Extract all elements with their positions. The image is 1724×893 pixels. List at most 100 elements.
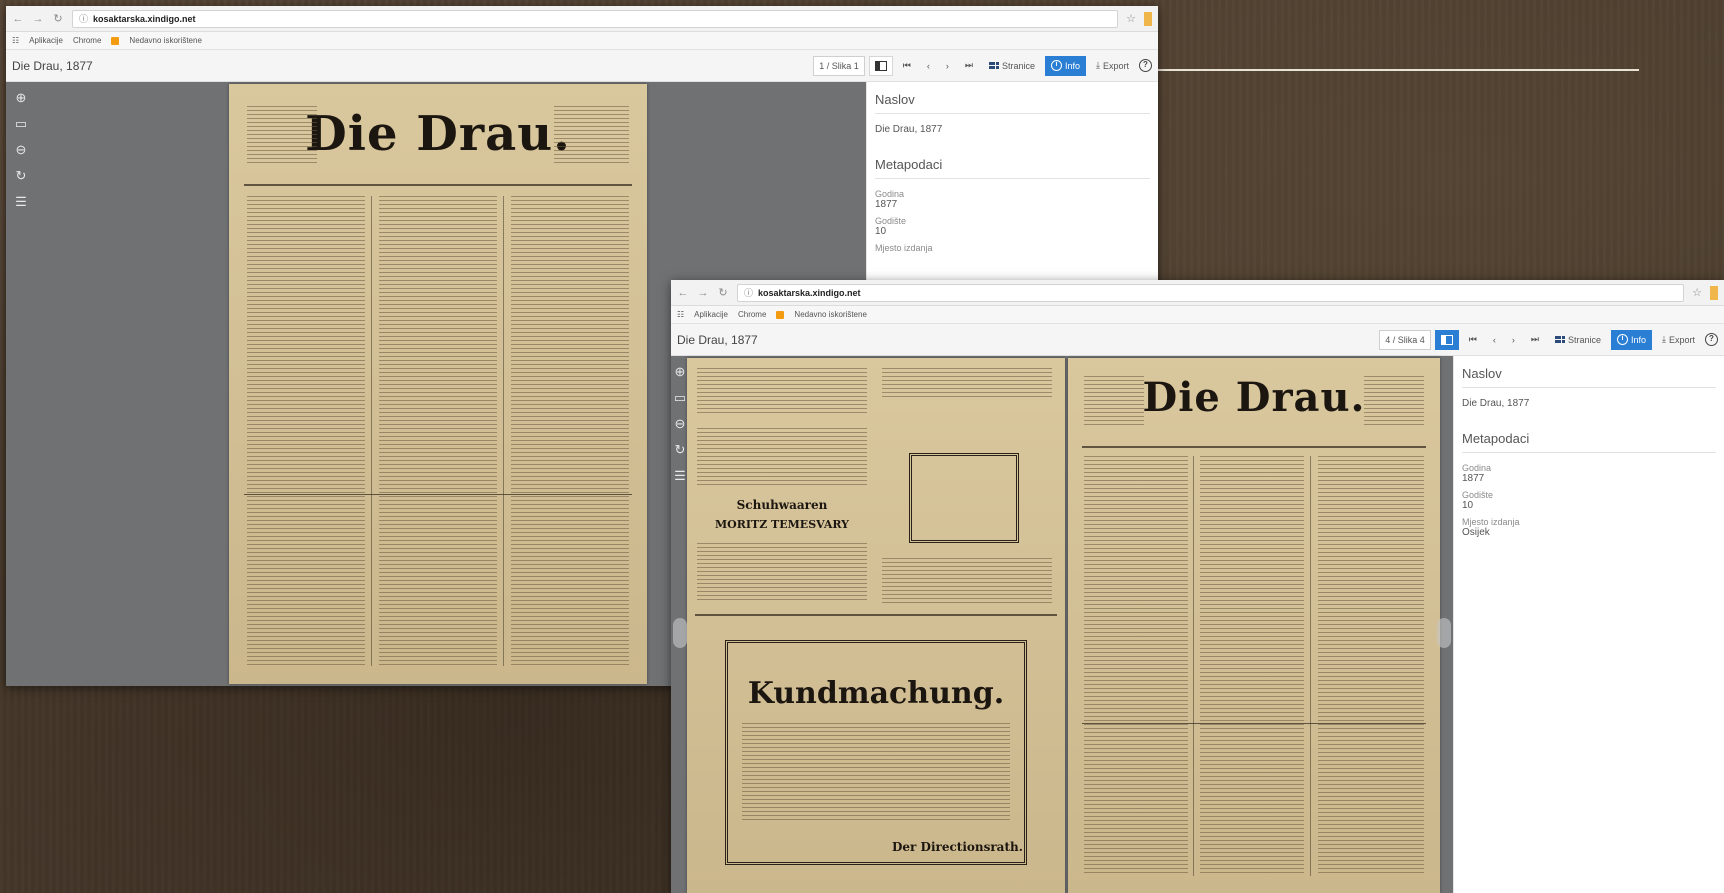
header-rule: [1082, 446, 1426, 448]
export-label: Export: [1102, 60, 1129, 71]
kundmachung-text: [742, 723, 1010, 823]
reload-icon[interactable]: ↻: [717, 286, 729, 299]
zoom-in-icon[interactable]: ⊕: [13, 90, 29, 106]
zoom-in-icon[interactable]: ⊕: [672, 364, 688, 380]
viewer-tools: ⊕ ▭ ⊖ ↻ ☰: [6, 82, 36, 210]
info-icon: i: [1050, 60, 1062, 71]
column-1: [1084, 456, 1188, 876]
bookmark-star-icon[interactable]: ☆: [1692, 286, 1702, 299]
toggle-panel-button[interactable]: [1434, 329, 1459, 350]
newspaper-page: Die Drau.: [229, 84, 647, 684]
adjust-icon[interactable]: ☰: [672, 468, 688, 484]
zoom-out-icon[interactable]: ⊖: [672, 416, 688, 432]
signature: Der Directionsrath.: [892, 840, 1023, 854]
secure-icon: ⓘ: [744, 288, 754, 298]
reload-icon[interactable]: ↻: [52, 12, 64, 25]
forward-icon[interactable]: →: [697, 287, 709, 299]
back-icon[interactable]: ←: [677, 287, 689, 299]
document-title: Die Drau, 1877: [677, 332, 758, 347]
year-label: Godina: [1462, 463, 1492, 473]
title-heading: Naslov: [875, 88, 1150, 114]
bookmark-apps[interactable]: Aplikacije: [694, 310, 728, 319]
bookmark-apps[interactable]: Aplikacije: [29, 36, 63, 45]
column-divider: [503, 196, 504, 666]
title-heading: Naslov: [1462, 362, 1716, 388]
extension-icon[interactable]: [1710, 285, 1718, 300]
bookmark-icon[interactable]: [111, 36, 120, 45]
volume-value: 10: [1462, 500, 1474, 511]
rotate-icon[interactable]: ↻: [13, 168, 29, 184]
ad-name: MORITZ TEMESVARY: [714, 518, 850, 531]
prev-page-button[interactable]: ‹: [921, 56, 936, 76]
bookmark-icon[interactable]: [776, 310, 785, 319]
column-3: [511, 196, 629, 666]
page-indicator[interactable]: 4 / Slika 4: [1379, 329, 1431, 350]
bookmark-recent[interactable]: Nedavno iskorištene: [129, 36, 201, 45]
prev-arrow[interactable]: [673, 618, 687, 648]
pages-button[interactable]: Stranice: [1549, 330, 1607, 350]
next-page-button[interactable]: ›: [940, 56, 955, 76]
header-right-block: [1364, 376, 1424, 426]
apps-icon[interactable]: ☷: [677, 310, 684, 319]
panel-icon: [1440, 334, 1453, 345]
bookmarks-bar: ☷ Aplikacije Chrome Nedavno iskorištene: [6, 32, 1158, 50]
ad-heading: Schuhwaaren: [736, 498, 828, 512]
metadata-heading: Metapodaci: [875, 153, 1150, 179]
url-host: kosaktarska.xindigo.net: [758, 287, 861, 298]
back-icon[interactable]: ←: [12, 13, 24, 25]
url-input[interactable]: ⓘ kosaktarska.xindigo.net: [72, 9, 1119, 28]
export-button[interactable]: ⤓ Export: [1090, 56, 1135, 76]
bookmark-star-icon[interactable]: ☆: [1126, 12, 1136, 25]
column-divider: [1193, 456, 1194, 876]
place-label: Mjesto izdanja: [1462, 517, 1520, 527]
bookmark-chrome[interactable]: Chrome: [738, 310, 766, 319]
next-arrow[interactable]: [1437, 618, 1451, 648]
help-icon[interactable]: ?: [1705, 333, 1718, 346]
document-title: Die Drau, 1877: [12, 58, 93, 73]
url-input[interactable]: ⓘ kosaktarska.xindigo.net: [737, 283, 1685, 302]
extension-icon[interactable]: [1144, 11, 1152, 26]
ad-frame: [909, 453, 1019, 543]
pages-button[interactable]: Stranice: [983, 56, 1041, 76]
kundmachung-title: Kundmachung.: [747, 676, 1005, 711]
adjust-icon[interactable]: ☰: [13, 194, 29, 210]
help-icon[interactable]: ?: [1139, 59, 1152, 72]
info-button[interactable]: i Info: [1044, 55, 1086, 76]
section-rule: [695, 614, 1057, 616]
title-value: Die Drau, 1877: [875, 124, 943, 135]
export-button[interactable]: ⤓ Export: [1656, 330, 1701, 350]
address-bar: ← → ↻ ⓘ kosaktarska.xindigo.net ☆: [671, 280, 1724, 306]
fullscreen-icon[interactable]: ▭: [13, 116, 29, 132]
apps-icon[interactable]: ☷: [12, 36, 19, 45]
volume-label: Godište: [1462, 490, 1494, 500]
viewer-toolbar: Die Drau, 1877 4 / Slika 4 ⏮ ‹ › ⏭ Stran…: [671, 324, 1724, 356]
column-2: [1200, 456, 1304, 876]
grid-icon: [988, 61, 999, 70]
rotate-icon[interactable]: ↻: [672, 442, 688, 458]
info-button[interactable]: i Info: [1610, 329, 1652, 350]
header-left-block: [1084, 376, 1144, 426]
fullscreen-icon[interactable]: ▭: [672, 390, 688, 406]
bookmark-chrome[interactable]: Chrome: [73, 36, 101, 45]
last-page-button[interactable]: ⏭: [1525, 330, 1545, 350]
ad-block: [697, 428, 867, 488]
zoom-out-icon[interactable]: ⊖: [13, 142, 29, 158]
forward-icon[interactable]: →: [32, 13, 44, 25]
prev-page-button[interactable]: ‹: [1487, 330, 1502, 350]
next-page-button[interactable]: ›: [1506, 330, 1521, 350]
page-indicator[interactable]: 1 / Slika 1: [813, 55, 865, 76]
image-viewer[interactable]: ⊕ ▭ ⊖ ↻ ☰ Schuhwaaren MORITZ TEMESVARY K…: [671, 356, 1453, 893]
last-page-button[interactable]: ⏭: [959, 56, 979, 76]
title-value: Die Drau, 1877: [1462, 398, 1530, 409]
toggle-panel-button[interactable]: [868, 55, 893, 76]
first-page-button[interactable]: ⏮: [897, 56, 917, 76]
grid-icon: [1554, 335, 1565, 344]
section-rule: [244, 494, 632, 495]
first-page-button[interactable]: ⏮: [1463, 330, 1483, 350]
ad-block: [882, 558, 1052, 603]
year-label: Godina: [875, 189, 905, 199]
place-label: Mjesto izdanja: [875, 243, 933, 253]
decorative-line: [1156, 69, 1639, 71]
ad-block: [697, 368, 867, 413]
bookmark-recent[interactable]: Nedavno iskorištene: [794, 310, 866, 319]
